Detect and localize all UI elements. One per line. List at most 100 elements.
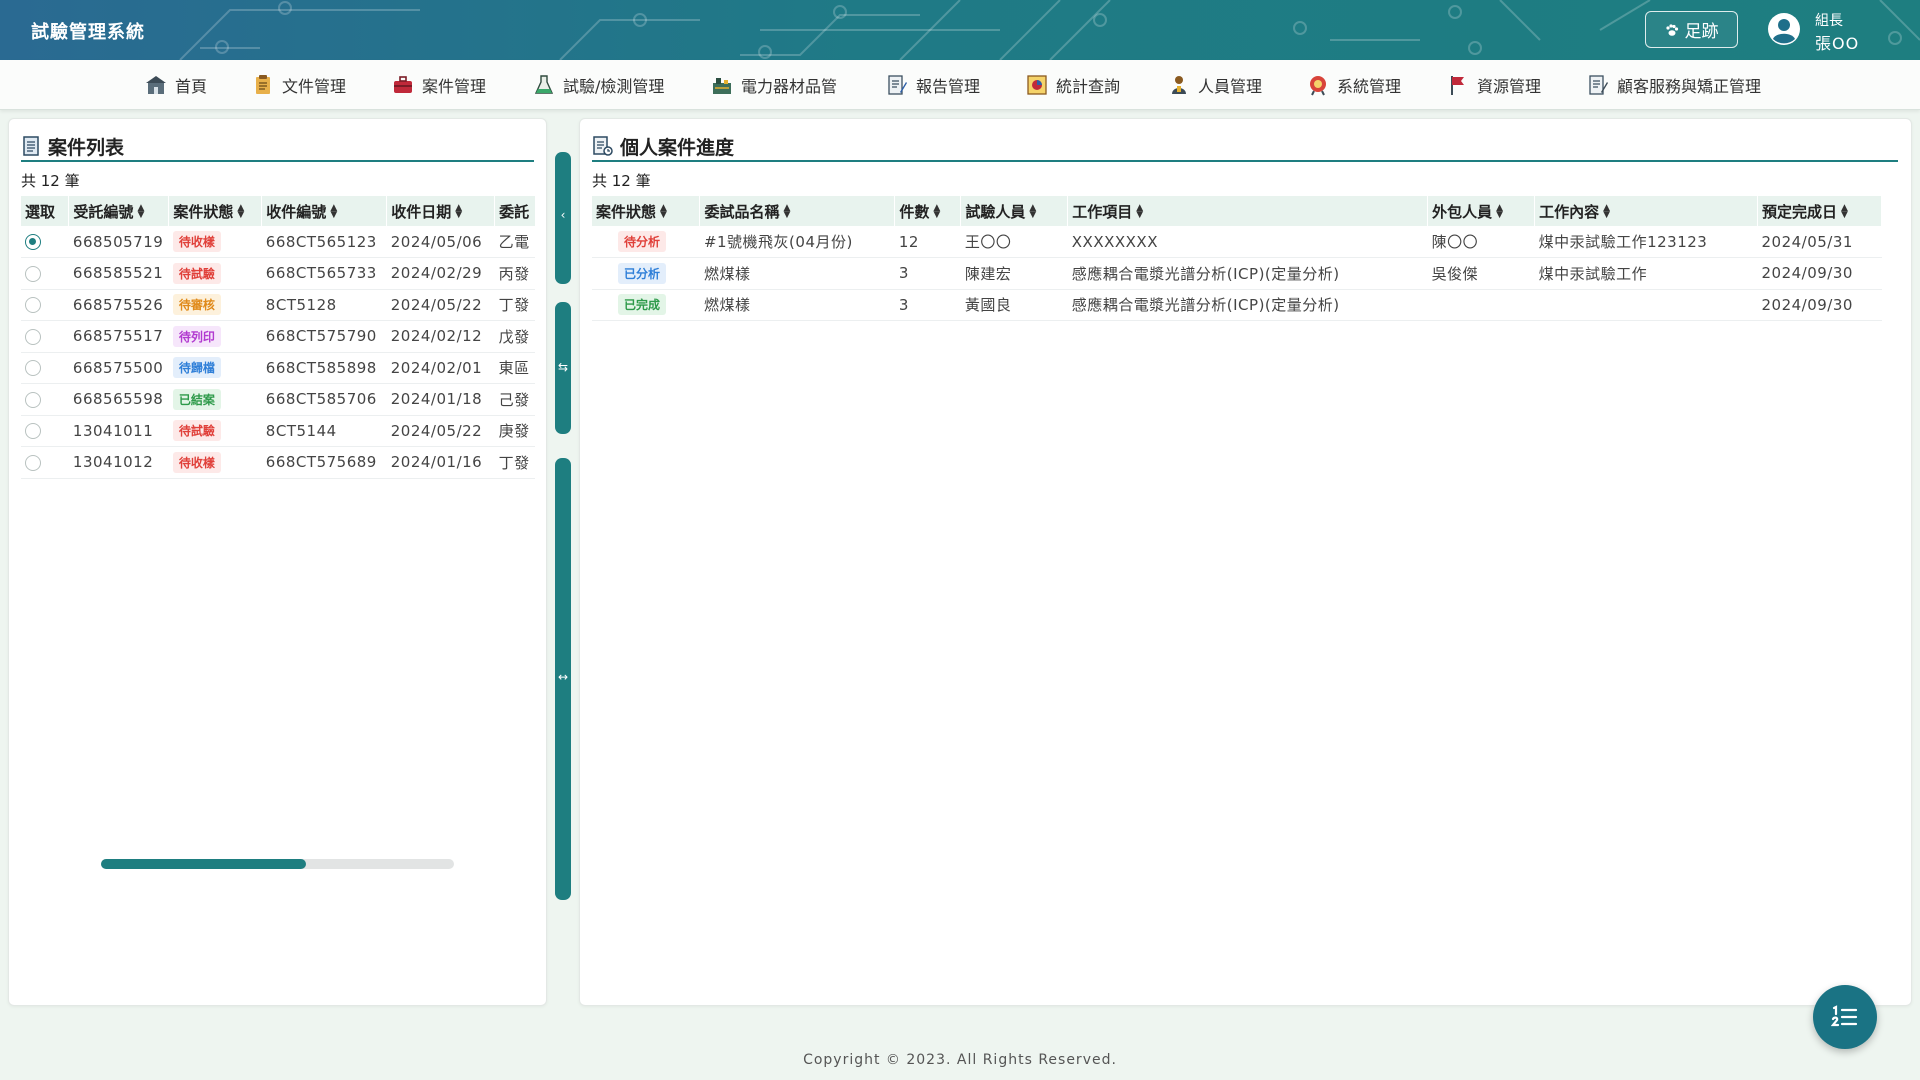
select-radio[interactable] xyxy=(25,328,41,345)
horizontal-scrollbar[interactable] xyxy=(101,859,454,869)
select-radio[interactable] xyxy=(25,423,41,440)
col-work-item[interactable]: 工作項目 ▲ ▼ xyxy=(1067,196,1429,226)
resize-handle[interactable]: ⇆ xyxy=(555,302,571,434)
recv-date-cell: 2024/02/29 xyxy=(386,257,495,290)
tester-cell: 黃國良 xyxy=(960,289,1068,321)
table-row[interactable]: 13041012 待收樣 668CT575689 2024/01/16 丁發 xyxy=(21,446,535,479)
select-cell[interactable] xyxy=(21,257,69,290)
ordered-list-button[interactable] xyxy=(1813,985,1877,1049)
nav-item-documents[interactable]: 文件管理 xyxy=(252,73,346,97)
table-row[interactable]: 668575517 待列印 668CT575790 2024/02/12 戊發 xyxy=(21,320,535,353)
select-radio[interactable] xyxy=(25,234,41,250)
list-document-icon xyxy=(23,136,39,156)
select-cell[interactable] xyxy=(21,446,69,479)
col-tester[interactable]: 試驗人員 ▲ ▼ xyxy=(960,196,1069,226)
col-item-name[interactable]: 委試品名稱 ▲ ▼ xyxy=(699,196,896,226)
item-name-cell: #1號機飛灰(04月份) xyxy=(699,226,895,258)
nav-item-home[interactable]: 首頁 xyxy=(145,73,207,97)
case-no-cell: 13041011 xyxy=(68,415,169,447)
work-item-cell: XXXXXXXX xyxy=(1067,226,1428,258)
tester-cell: 陳建宏 xyxy=(960,257,1068,290)
nav-item-resources[interactable]: 資源管理 xyxy=(1447,73,1541,97)
nav-item-personnel[interactable]: 人員管理 xyxy=(1168,73,1262,97)
paw-icon xyxy=(1665,23,1678,36)
flag-icon xyxy=(1451,76,1464,95)
select-radio[interactable] xyxy=(25,391,41,408)
select-cell[interactable] xyxy=(21,383,69,416)
nav-item-equipment-qc[interactable]: 電力器材品管 xyxy=(711,73,837,97)
nav-label: 電力器材品管 xyxy=(741,77,838,96)
scrollbar-thumb[interactable] xyxy=(101,859,306,869)
table-row[interactable]: 668565598 已結案 668CT585706 2024/01/18 己發 xyxy=(21,383,535,416)
status-badge: 已結案 xyxy=(172,388,221,410)
case-list-table-wrap: 選取 受託編號 ▲ ▼ 案件狀態 ▲ ▼ 收件編號 ▲ ▼ 收件日期 ▲ ▼ 委託 668505… xyxy=(21,196,535,479)
status-cell: 待試驗 xyxy=(168,415,262,447)
nav-label: 系統管理 xyxy=(1337,77,1402,96)
status-cell: 已分析 xyxy=(592,257,700,290)
select-cell[interactable] xyxy=(21,352,69,384)
select-cell[interactable] xyxy=(21,320,69,353)
select-radio[interactable] xyxy=(25,454,41,471)
status-badge: 待收樣 xyxy=(172,451,221,473)
sort-icon: ▲ ▼ xyxy=(1029,203,1037,220)
col-recv-no[interactable]: 收件編號 ▲ ▼ xyxy=(261,196,388,226)
user-avatar-icon[interactable] xyxy=(1767,12,1801,46)
recv-no-cell: 668CT575790 xyxy=(261,320,387,353)
footprint-button[interactable]: 足跡 xyxy=(1645,11,1738,48)
case-no-cell: 668585521 xyxy=(68,257,169,290)
col-client[interactable]: 委託 xyxy=(494,196,535,226)
table-row[interactable]: 668575500 待歸檔 668CT585898 2024/02/01 東區 xyxy=(21,352,535,384)
splitter-bar[interactable]: ↔ xyxy=(555,458,571,900)
recv-no-cell: 8CT5144 xyxy=(261,415,387,447)
table-row[interactable]: 已完成 燃煤樣 3 黃國良 感應耦合電漿光譜分析(ICP)(定量分析) 2024… xyxy=(592,289,1882,321)
col-due-date[interactable]: 預定完成日 ▲ ▼ xyxy=(1757,196,1882,226)
table-row[interactable]: 待分析 #1號機飛灰(04月份) 12 王〇〇 XXXXXXXX 陳〇〇 煤中汞… xyxy=(592,226,1882,258)
nav-item-system[interactable]: 系統管理 xyxy=(1307,73,1401,97)
collapse-handle[interactable]: ‹ xyxy=(555,152,571,284)
status-badge: 待收樣 xyxy=(172,231,221,252)
nav-item-customer-service[interactable]: 顧客服務與矯正管理 xyxy=(1587,73,1761,97)
col-case-no[interactable]: 受託編號 ▲ ▼ xyxy=(68,196,170,226)
table-row[interactable]: 668575526 待審核 8CT5128 2024/05/22 丁發 xyxy=(21,289,535,321)
table-row[interactable]: 已分析 燃煤樣 3 陳建宏 感應耦合電漿光譜分析(ICP)(定量分析) 吳俊傑 … xyxy=(592,257,1882,290)
case-list-count: 共 12 筆 xyxy=(21,172,80,190)
ordered-list-icon xyxy=(1831,1005,1858,1027)
progress-table-wrap: 案件狀態 ▲ ▼ 委試品名稱 ▲ ▼ 件數 ▲ ▼ 試驗人員 ▲ ▼ 工作項目 ▲ ▼ 外包人員 ▲ ▼… xyxy=(592,196,1882,321)
recv-no-cell: 668CT585706 xyxy=(261,383,387,416)
col-content[interactable]: 工作內容 ▲ ▼ xyxy=(1534,196,1758,226)
nav-label: 報告管理 xyxy=(916,77,981,96)
sort-icon: ▲ ▼ xyxy=(455,203,463,220)
recv-date-cell: 2024/05/22 xyxy=(386,289,495,321)
sort-icon: ▲ ▼ xyxy=(1136,203,1144,220)
select-radio[interactable] xyxy=(25,360,41,377)
user-name: 張OO xyxy=(1815,34,1860,53)
swap-icon: ⇆ xyxy=(557,360,569,374)
col-outsource[interactable]: 外包人員 ▲ ▼ xyxy=(1427,196,1536,226)
select-cell[interactable] xyxy=(21,226,69,258)
col-status[interactable]: 案件狀態 ▲ ▼ xyxy=(592,196,701,226)
nav-item-testing[interactable]: 試驗/檢測管理 xyxy=(533,73,664,97)
recv-no-cell: 8CT5128 xyxy=(261,289,387,321)
item-name-cell: 燃煤樣 xyxy=(699,289,895,321)
case-no-cell: 13041012 xyxy=(68,446,169,479)
table-row[interactable]: 13041011 待試驗 8CT5144 2024/05/22 庚發 xyxy=(21,415,535,447)
select-radio[interactable] xyxy=(25,297,41,314)
client-cell: 戊發 xyxy=(494,320,535,353)
select-cell[interactable] xyxy=(21,289,69,321)
nav-item-statistics[interactable]: 統計查詢 xyxy=(1026,73,1120,97)
progress-underline xyxy=(592,160,1898,162)
col-qty[interactable]: 件數 ▲ ▼ xyxy=(894,196,962,226)
case-list-table: 選取 受託編號 ▲ ▼ 案件狀態 ▲ ▼ 收件編號 ▲ ▼ 收件日期 ▲ ▼ 委託 668505… xyxy=(21,196,535,479)
status-cell: 待收樣 xyxy=(168,446,262,479)
table-row[interactable]: 668585521 待試驗 668CT565733 2024/02/29 丙發 xyxy=(21,257,535,290)
nav-label: 案件管理 xyxy=(422,77,487,96)
recv-date-cell: 2024/01/16 xyxy=(386,446,495,479)
select-radio[interactable] xyxy=(25,265,41,282)
select-cell[interactable] xyxy=(21,415,69,447)
col-recv-date[interactable]: 收件日期 ▲ ▼ xyxy=(386,196,496,226)
nav-item-cases[interactable]: 案件管理 xyxy=(392,73,486,97)
nav-item-reports[interactable]: 報告管理 xyxy=(886,73,980,97)
col-status[interactable]: 案件狀態 ▲ ▼ xyxy=(168,196,263,226)
content-cell: 煤中汞試驗工作123123 xyxy=(1534,226,1758,258)
table-row[interactable]: 668505719 待收樣 668CT565123 2024/05/06 乙電 xyxy=(21,226,535,258)
